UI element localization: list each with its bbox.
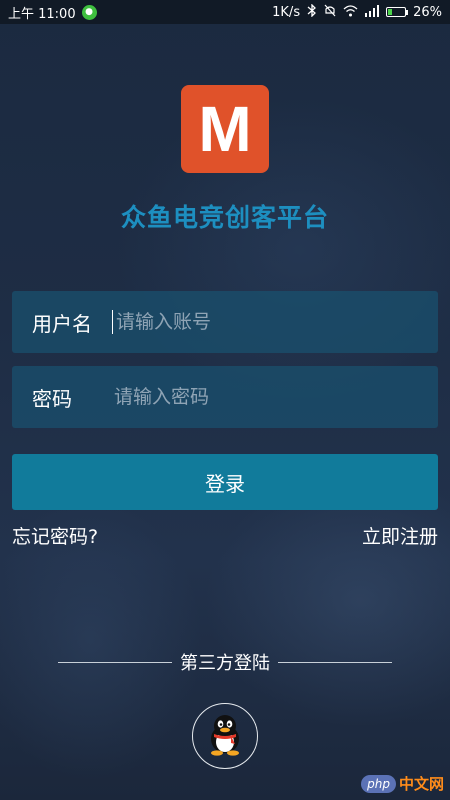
- app-title: 众鱼电竞创客平台: [120, 203, 329, 232]
- divider-right: [278, 661, 392, 663]
- watermark: php 中文网: [361, 773, 444, 794]
- third-party-login-header: 第三方登陆: [0, 650, 450, 674]
- bluetooth-icon: [307, 3, 317, 20]
- username-input[interactable]: [114, 291, 438, 353]
- battery-fill: [388, 9, 393, 15]
- register-link[interactable]: 立即注册: [362, 522, 438, 549]
- password-input[interactable]: [112, 366, 438, 428]
- password-label: 密码: [32, 386, 72, 411]
- status-time: 上午 11:00: [8, 6, 76, 22]
- logo-letter: M: [198, 93, 252, 165]
- watermark-text: 中文网: [398, 775, 444, 793]
- login-button[interactable]: 登录: [12, 454, 438, 510]
- qq-login-button[interactable]: [192, 703, 258, 769]
- third-party-title: 第三方登陆: [180, 653, 270, 674]
- divider-left: [58, 661, 172, 663]
- status-bar: 上午 11:00 ● 1K/s 26%: [0, 0, 450, 24]
- mute-icon: [324, 4, 336, 20]
- signal-icon: [365, 4, 380, 20]
- wechat-icon: ●: [81, 4, 97, 20]
- password-field[interactable]: 密码: [12, 366, 438, 428]
- battery-icon: [386, 7, 409, 17]
- app-logo: M: [181, 85, 269, 173]
- forgot-password-link[interactable]: 忘记密码?: [12, 522, 98, 549]
- watermark-badge: php: [361, 774, 396, 793]
- username-field[interactable]: 用户名: [12, 291, 438, 353]
- text-caret: [112, 310, 113, 334]
- qq-icon: [205, 712, 245, 760]
- username-label: 用户名: [32, 311, 92, 336]
- net-speed: 1K/s: [272, 4, 301, 20]
- battery-percent: 26%: [413, 4, 442, 20]
- wifi-icon: [343, 4, 358, 20]
